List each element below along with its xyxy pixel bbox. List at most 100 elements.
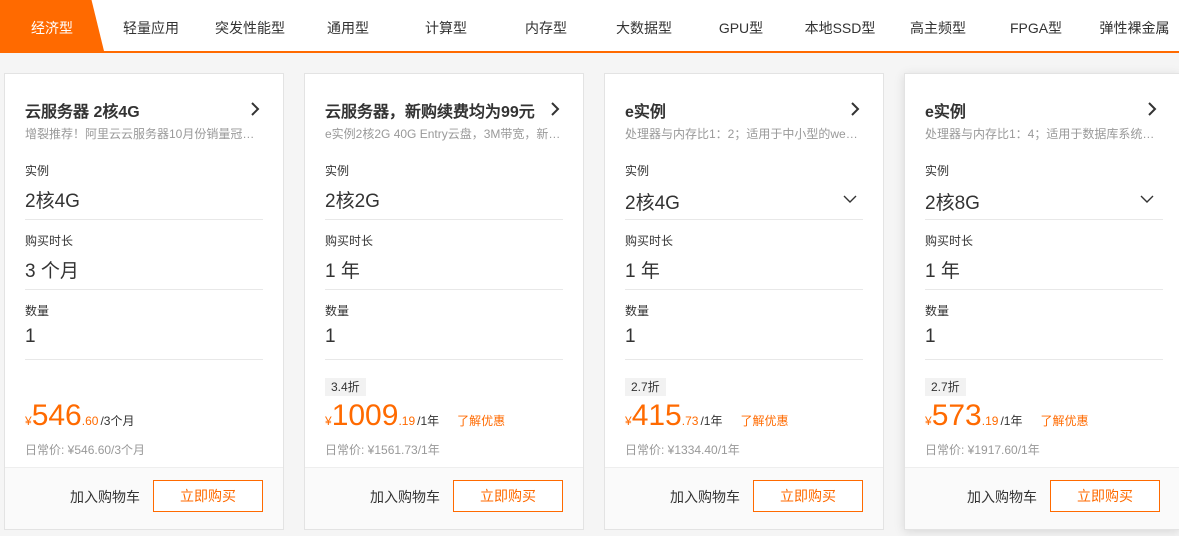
currency-symbol: ¥ — [25, 414, 32, 428]
divider — [325, 289, 563, 290]
price-decimal: .73 — [681, 414, 699, 428]
quantity-value: 1 — [925, 326, 936, 347]
divider — [625, 219, 863, 220]
divider — [325, 359, 563, 360]
product-category-tabs: 经济型 轻量应用 突发性能型 通用型 计算型 内存型 大数据型 GPU型 本地S… — [0, 0, 1179, 53]
divider — [25, 359, 263, 360]
tab-lightweight[interactable]: 轻量应用 — [110, 0, 192, 51]
currency-symbol: ¥ — [325, 414, 332, 428]
price: ¥546.60/3个月 — [25, 399, 134, 439]
learn-promo-link[interactable]: 了解优惠 — [457, 412, 505, 429]
card-footer: 加入购物车 立即购买 — [605, 467, 883, 529]
divider — [25, 219, 263, 220]
duration-label: 购买时长 — [325, 234, 374, 248]
tab-burstable[interactable]: 突发性能型 — [204, 0, 296, 51]
instance-label: 实例 — [25, 164, 50, 178]
quantity-value: 1 — [625, 326, 636, 347]
regular-price: 日常价: ¥546.60/3个月 — [25, 443, 146, 457]
price-unit: /1年 — [700, 414, 723, 428]
regular-price: 日常价: ¥1561.73/1年 — [325, 443, 440, 457]
divider — [625, 289, 863, 290]
quantity-value: 1 — [25, 326, 36, 347]
price-decimal: .60 — [81, 414, 99, 428]
card-footer: 加入购物车 立即购买 — [905, 467, 1179, 529]
duration-value: 1 年 — [625, 261, 660, 282]
divider — [625, 359, 863, 360]
tab-high-frequency[interactable]: 高主频型 — [902, 0, 974, 51]
duration-label: 购买时长 — [625, 234, 674, 248]
price: ¥573.19/1年 了解优惠 — [925, 399, 1088, 439]
price-integer: 546 — [31, 399, 82, 432]
chevron-down-icon[interactable] — [843, 192, 857, 206]
duration-label: 购买时长 — [925, 234, 974, 248]
instance-label: 实例 — [925, 164, 950, 178]
product-card-2: 云服务器，新购续费均为99元 e实例2核2G 40G Entry云盘，3M带宽，… — [304, 73, 584, 530]
quantity-label: 数量 — [925, 304, 950, 318]
product-card-4: e实例 处理器与内存比1：4；适用于数据库系统等场景 实例 2核8G 购买时长 … — [904, 73, 1179, 530]
tab-memory[interactable]: 内存型 — [510, 0, 582, 51]
duration-value: 3 个月 — [25, 261, 79, 282]
add-to-cart-button[interactable]: 加入购物车 — [370, 487, 440, 507]
buy-now-button[interactable]: 立即购买 — [753, 480, 863, 512]
quantity-label: 数量 — [625, 304, 650, 318]
tab-bare-metal[interactable]: 弹性裸金属 — [1090, 0, 1179, 51]
instance-select[interactable]: 2核8G — [925, 188, 980, 215]
tab-bigdata[interactable]: 大数据型 — [604, 0, 684, 51]
learn-promo-link[interactable]: 了解优惠 — [740, 412, 788, 429]
instance-label: 实例 — [325, 164, 350, 178]
card-title[interactable]: e实例 — [625, 98, 666, 122]
tab-general[interactable]: 通用型 — [310, 0, 386, 51]
product-card-1: 云服务器 2核4G 增裂推荐！阿里云云服务器10月份销量冠军，新用户专享 实例 … — [4, 73, 284, 530]
tab-gpu[interactable]: GPU型 — [708, 0, 774, 51]
price-unit: /3个月 — [100, 414, 135, 428]
quantity-value: 1 — [325, 326, 336, 347]
card-title[interactable]: 云服务器 2核4G — [25, 98, 140, 122]
chevron-right-icon[interactable] — [847, 101, 863, 117]
instance-select[interactable]: 2核4G — [625, 188, 680, 215]
price: ¥1009.19/1年 了解优惠 — [325, 399, 505, 439]
card-description: 处理器与内存比1：4；适用于数据库系统等场景 — [925, 127, 1161, 141]
divider — [25, 289, 263, 290]
tab-compute[interactable]: 计算型 — [410, 0, 482, 51]
card-description: e实例2核2G 40G Entry云盘，3M带宽，新购续费同价 — [325, 127, 561, 141]
currency-symbol: ¥ — [625, 414, 632, 428]
chevron-right-icon[interactable] — [247, 101, 263, 117]
duration-label: 购买时长 — [25, 234, 74, 248]
add-to-cart-button[interactable]: 加入购物车 — [670, 487, 740, 507]
card-footer: 加入购物车 立即购买 — [305, 467, 583, 529]
add-to-cart-button[interactable]: 加入购物车 — [967, 487, 1037, 507]
divider — [925, 219, 1163, 220]
tab-economy[interactable]: 经济型 — [0, 0, 104, 51]
buy-now-button[interactable]: 立即购买 — [453, 480, 563, 512]
discount-badge: 2.7折 — [925, 378, 966, 396]
duration-value: 1 年 — [925, 261, 960, 282]
price-unit: /1年 — [1000, 414, 1023, 428]
tab-local-ssd[interactable]: 本地SSD型 — [796, 0, 884, 51]
buy-now-button[interactable]: 立即购买 — [1050, 480, 1160, 512]
instance-label: 实例 — [625, 164, 650, 178]
quantity-label: 数量 — [325, 304, 350, 318]
discount-badge: 3.4折 — [325, 378, 366, 396]
price-decimal: .19 — [398, 414, 416, 428]
quantity-label: 数量 — [25, 304, 50, 318]
card-title[interactable]: 云服务器，新购续费均为99元 — [325, 98, 535, 122]
card-title[interactable]: e实例 — [925, 98, 966, 122]
chevron-right-icon[interactable] — [547, 101, 563, 117]
price-unit: /1年 — [417, 414, 440, 428]
duration-value: 1 年 — [325, 261, 360, 282]
add-to-cart-button[interactable]: 加入购物车 — [70, 487, 140, 507]
divider — [325, 219, 563, 220]
price-integer: 415 — [631, 399, 682, 432]
card-description: 处理器与内存比1：2；适用于中小型的web应用 — [625, 127, 861, 141]
currency-symbol: ¥ — [925, 414, 932, 428]
card-footer: 加入购物车 立即购买 — [5, 467, 283, 529]
instance-value: 2核2G — [325, 191, 380, 212]
chevron-right-icon[interactable] — [1144, 101, 1160, 117]
tab-fpga[interactable]: FPGA型 — [1000, 0, 1072, 51]
buy-now-button[interactable]: 立即购买 — [153, 480, 263, 512]
chevron-down-icon[interactable] — [1140, 192, 1154, 206]
divider — [925, 289, 1163, 290]
learn-promo-link[interactable]: 了解优惠 — [1040, 412, 1088, 429]
instance-value: 2核4G — [25, 191, 80, 212]
product-card-3: e实例 处理器与内存比1：2；适用于中小型的web应用 实例 2核4G 购买时长… — [604, 73, 884, 530]
